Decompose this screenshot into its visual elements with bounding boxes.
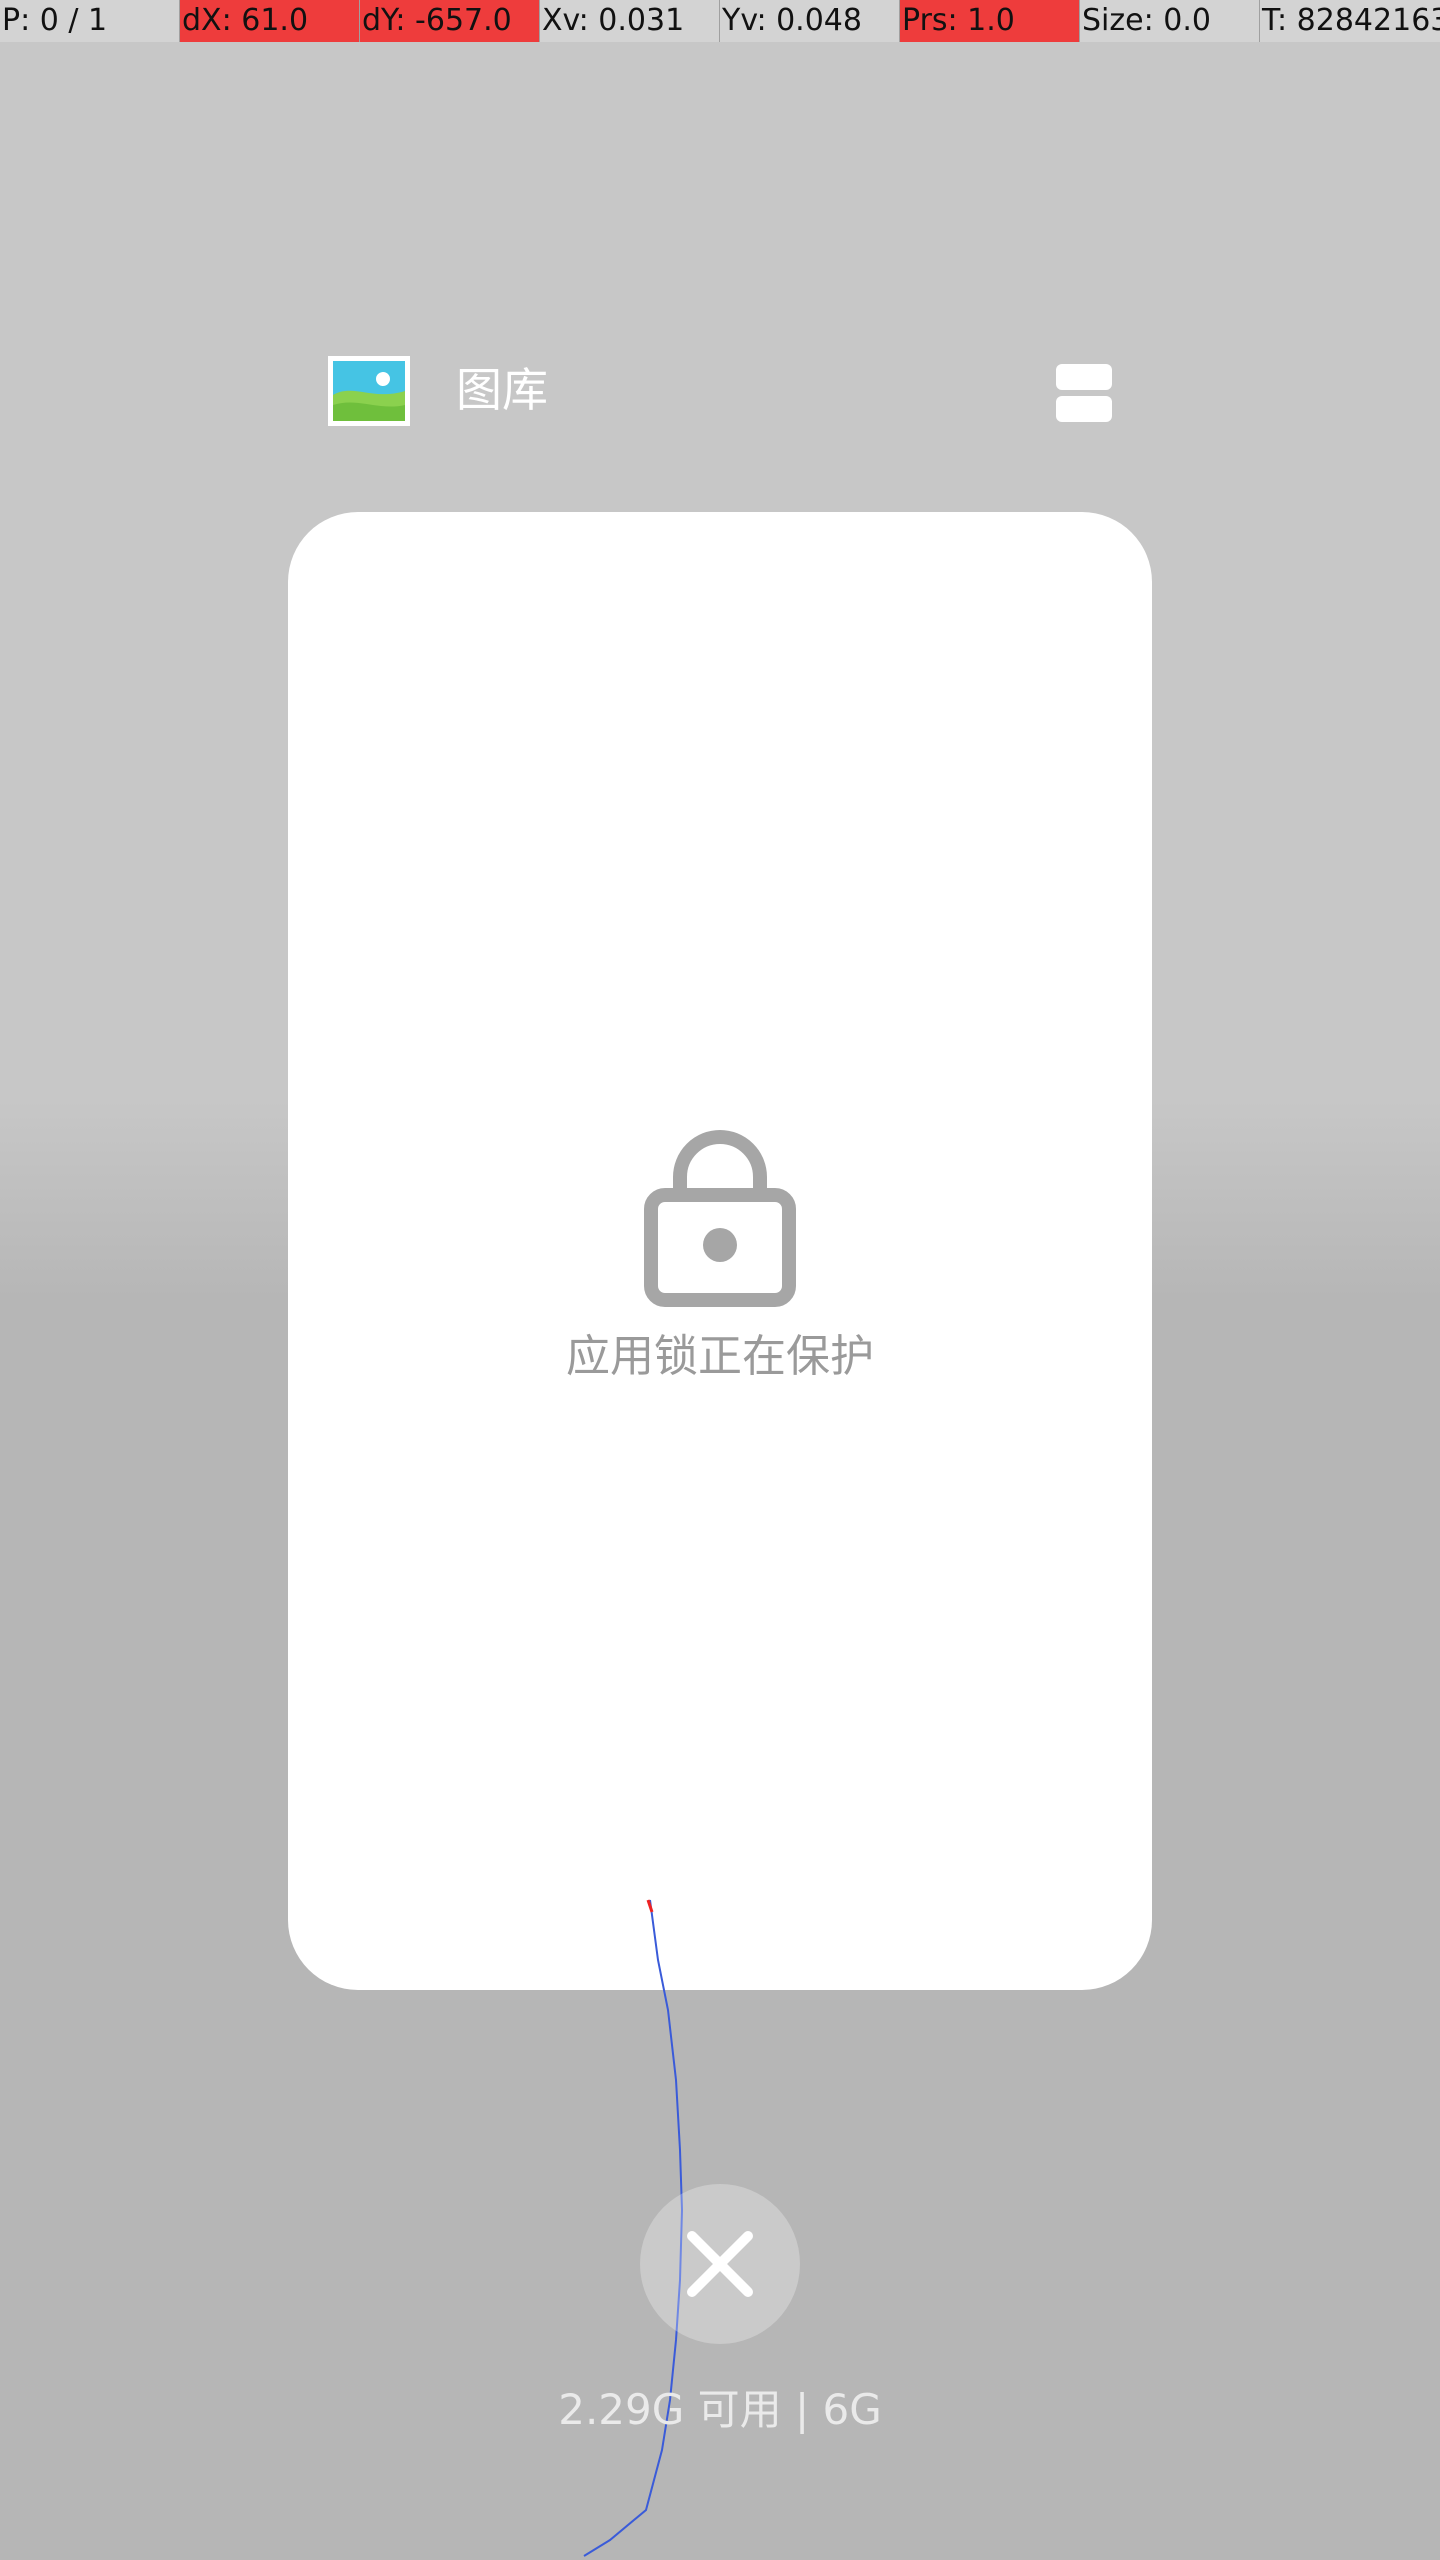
- debug-size: Size: 0.0: [1080, 0, 1260, 42]
- split-screen-icon[interactable]: [1056, 364, 1112, 422]
- pointer-debug-bar: P: 0 / 1 dX: 61.0 dY: -657.0 Xv: 0.031 Y…: [0, 0, 1440, 42]
- debug-dx: dX: 61.0: [180, 0, 360, 42]
- debug-y-velocity: Yv: 0.048: [720, 0, 900, 42]
- app-lock-message: 应用锁正在保护: [566, 1331, 874, 1382]
- debug-pressure: Prs: 1.0: [900, 0, 1080, 42]
- memory-status: 2.29G 可用 | 6G: [558, 2385, 882, 2434]
- debug-pointer-count: P: 0 / 1: [0, 0, 180, 42]
- close-icon: [687, 2231, 753, 2297]
- clear-all-button[interactable]: [640, 2184, 800, 2344]
- debug-dy: dY: -657.0: [360, 0, 540, 42]
- lock-icon: [644, 1130, 796, 1307]
- debug-time: T: 82842163: [1260, 0, 1440, 42]
- recent-app-card[interactable]: 应用锁正在保护: [288, 512, 1152, 1990]
- app-title: 图库: [456, 363, 548, 417]
- recent-app-header: 图库: [0, 350, 1440, 440]
- gallery-icon[interactable]: [328, 356, 410, 426]
- debug-x-velocity: Xv: 0.031: [540, 0, 720, 42]
